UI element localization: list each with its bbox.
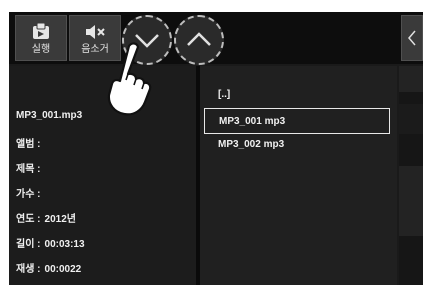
played-value: 00:0022 bbox=[44, 264, 82, 275]
file-item-selected[interactable]: MP3_001 mp3 bbox=[204, 108, 390, 134]
scroll-segment bbox=[399, 66, 423, 92]
title-key: 제목 : bbox=[16, 164, 41, 175]
pointing-hand-icon bbox=[107, 42, 152, 116]
info-played: 재생 :00:0022 bbox=[16, 260, 81, 275]
played-key: 재생 : bbox=[16, 264, 41, 275]
year-value: 2012년 bbox=[44, 214, 76, 225]
info-title: 제목 : bbox=[16, 160, 45, 175]
scroll-up-button[interactable] bbox=[174, 15, 224, 65]
info-filename: MP3_001.mp3 bbox=[16, 110, 83, 121]
file-item[interactable]: MP3_002 mp3 bbox=[204, 132, 390, 158]
info-year: 연도 :2012년 bbox=[16, 210, 76, 225]
album-key: 앨범 : bbox=[16, 139, 41, 150]
length-value: 00:03:13 bbox=[44, 239, 85, 250]
year-key: 연도 : bbox=[16, 214, 41, 225]
list-scrollbar[interactable] bbox=[399, 66, 423, 285]
scroll-segment bbox=[399, 166, 423, 236]
length-key: 길이 : bbox=[16, 239, 41, 250]
scroll-segment bbox=[399, 104, 423, 134]
run-label: 실행 bbox=[31, 44, 51, 55]
toolbar: 실행 음소거 bbox=[9, 12, 423, 65]
artist-key: 가수 : bbox=[16, 189, 41, 200]
side-panel-button[interactable] bbox=[401, 15, 423, 61]
file-item-parent[interactable]: [..] bbox=[204, 82, 390, 108]
run-button[interactable]: 실행 bbox=[15, 15, 67, 61]
chevron-up-icon bbox=[187, 32, 211, 46]
info-length: 길이 :00:03:13 bbox=[16, 235, 85, 250]
player-screen: 실행 음소거 MP3_001.mp3 앨범: 제목: 가수: 연도: 2… bbox=[9, 12, 423, 285]
chevron-left-icon bbox=[408, 30, 416, 46]
info-album: 앨범 : bbox=[16, 135, 45, 150]
run-icon bbox=[16, 20, 66, 44]
info-artist: 가수 : bbox=[16, 185, 45, 200]
file-list: [..] MP3_001 mp3 MP3_002 mp3 bbox=[200, 66, 397, 285]
